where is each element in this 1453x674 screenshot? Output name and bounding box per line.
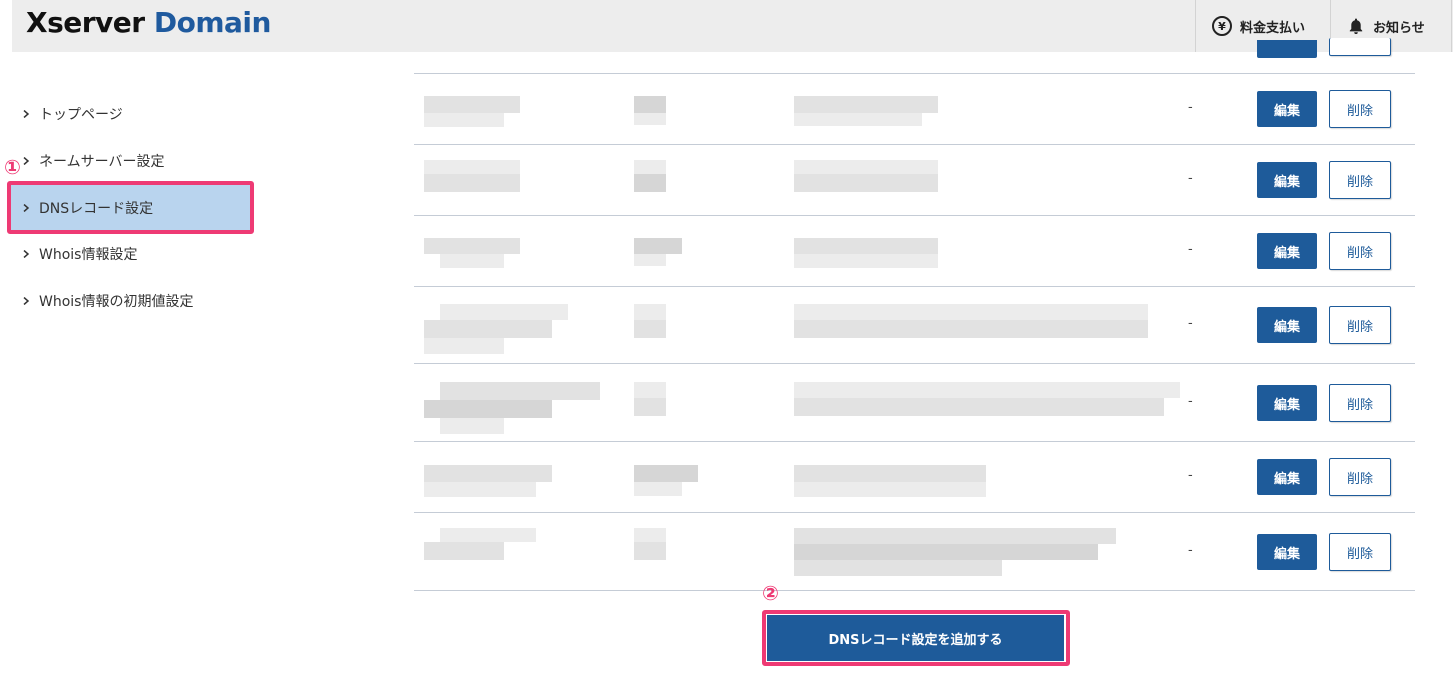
row-divider: [414, 512, 1415, 513]
priority-value: -: [1188, 394, 1193, 409]
annotation-step-2: ②: [762, 581, 779, 605]
annotation-step-1: ①: [4, 155, 21, 179]
redacted-content: [794, 528, 1116, 578]
xserver-domain-logo[interactable]: Xserver Domain: [26, 6, 271, 39]
priority-value: -: [1188, 171, 1193, 186]
row-divider: [414, 215, 1415, 216]
annotation-highlight-1: [7, 181, 254, 234]
redacted-type: [618, 465, 698, 497]
chevron-right-icon: [23, 297, 30, 305]
redacted-content: [794, 160, 938, 192]
sidebar-item-top-page[interactable]: トップページ: [22, 104, 123, 124]
redacted-host: [424, 160, 520, 194]
delete-button[interactable]: 削除: [1329, 306, 1391, 344]
redacted-host: [424, 528, 552, 564]
header-divider: [1195, 0, 1196, 52]
redacted-type: [618, 528, 682, 562]
priority-value: -: [1188, 468, 1193, 483]
redacted-content: [794, 238, 938, 270]
edit-button[interactable]: 編集: [1257, 233, 1317, 269]
priority-value: -: [1188, 242, 1193, 257]
redacted-content: [794, 304, 1148, 338]
row-divider: [414, 286, 1415, 287]
yen-icon: ¥: [1212, 16, 1232, 36]
redacted-type: [618, 96, 682, 126]
delete-button[interactable]: 削除: [1329, 384, 1391, 422]
delete-button[interactable]: 削除: [1329, 458, 1391, 496]
edit-button[interactable]: [1257, 40, 1317, 58]
row-divider: [414, 73, 1415, 74]
edit-button[interactable]: 編集: [1257, 385, 1317, 421]
header-divider: [1451, 0, 1452, 52]
redacted-content: [794, 382, 1180, 416]
redacted-type: [618, 238, 682, 268]
delete-button[interactable]: 削除: [1329, 161, 1391, 199]
edit-button[interactable]: 編集: [1257, 307, 1317, 343]
chevron-right-icon: [23, 157, 30, 165]
redacted-type: [618, 382, 682, 416]
sidebar-item-nameserver[interactable]: ネームサーバー設定: [22, 151, 164, 171]
top-header: Xserver Domain ¥ 料金支払い お知らせ: [12, 0, 1453, 52]
priority-value: -: [1188, 543, 1193, 558]
redacted-type: [618, 304, 682, 338]
row-divider: [414, 590, 1415, 591]
redacted-host: [424, 382, 600, 434]
redacted-host: [424, 96, 520, 130]
edit-button[interactable]: 編集: [1257, 459, 1317, 495]
redacted-content: [794, 465, 1002, 499]
sidebar-item-whois[interactable]: Whois情報設定: [22, 244, 137, 264]
annotation-highlight-2: [762, 610, 1070, 666]
delete-button[interactable]: 削除: [1329, 232, 1391, 270]
redacted-content: [794, 96, 938, 128]
redacted-host: [424, 465, 552, 499]
row-divider: [414, 441, 1415, 442]
edit-button[interactable]: 編集: [1257, 91, 1317, 127]
redacted-type: [618, 160, 682, 192]
edit-button[interactable]: 編集: [1257, 162, 1317, 198]
delete-button[interactable]: 削除: [1329, 533, 1391, 571]
chevron-right-icon: [23, 110, 30, 118]
priority-value: -: [1188, 316, 1193, 331]
redacted-host: [424, 304, 568, 354]
edit-button[interactable]: 編集: [1257, 534, 1317, 570]
row-divider: [414, 363, 1415, 364]
row-divider: [414, 144, 1415, 145]
chevron-right-icon: [23, 250, 30, 258]
bell-icon: [1349, 18, 1363, 34]
delete-button[interactable]: [1329, 38, 1391, 56]
redacted-host: [424, 238, 520, 270]
priority-value: -: [1188, 100, 1193, 115]
delete-button[interactable]: 削除: [1329, 90, 1391, 128]
sidebar-item-whois-defaults[interactable]: Whois情報の初期値設定: [22, 291, 193, 311]
